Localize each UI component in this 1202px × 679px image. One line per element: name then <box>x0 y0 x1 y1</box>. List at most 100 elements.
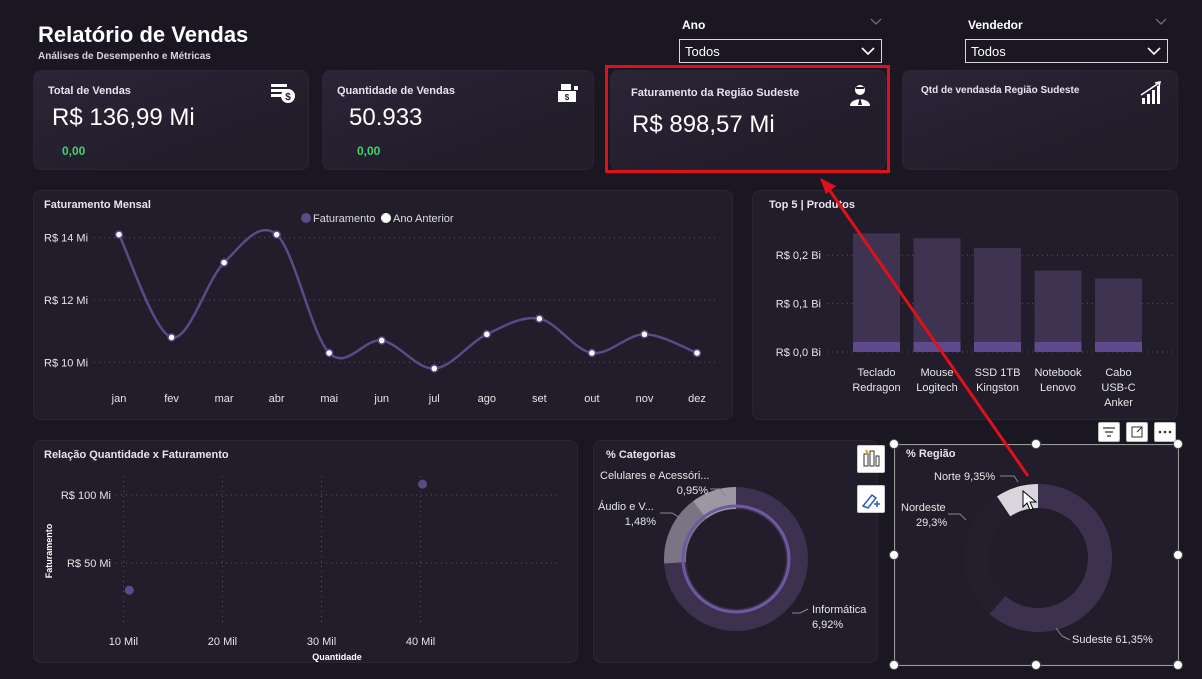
resize-handle[interactable] <box>1031 660 1041 670</box>
data-point[interactable] <box>692 348 702 358</box>
line-chart-panel[interactable]: Faturamento Mensal Faturamento Ano Anter… <box>33 190 733 420</box>
x-tick-label: SSD 1TB Kingston <box>975 367 1021 394</box>
filter-vendedor-dropdown[interactable]: Todos <box>965 39 1168 63</box>
kpi-total-vendas[interactable]: Total de Vendas R$ 136,99 Mi 0,00 $ <box>33 70 309 170</box>
donut-categorias-panel[interactable]: % Categorias Celulares e Acessóri... 0,9… <box>593 440 878 663</box>
bar[interactable] <box>913 238 961 352</box>
data-point[interactable] <box>587 348 597 358</box>
data-point[interactable] <box>219 258 229 267</box>
data-point[interactable] <box>640 330 649 339</box>
bar[interactable] <box>853 233 900 352</box>
x-tick-label: 30 Mil <box>307 636 336 648</box>
data-point[interactable] <box>430 364 439 373</box>
kpi-delta: 0,00 <box>62 144 86 158</box>
kpi-title: Total de Vendas <box>48 85 131 97</box>
kpi-delta: 0,00 <box>357 144 381 158</box>
expand-icon <box>1131 426 1143 438</box>
svg-text:$: $ <box>565 93 570 102</box>
filter-vendedor-value: Todos <box>971 44 1006 59</box>
money-stack-icon: $ <box>271 84 295 103</box>
legend-label-ano-anterior: Ano Anterior <box>393 213 454 225</box>
filter-ano-dropdown[interactable]: Todos <box>679 39 882 63</box>
bar-base <box>1095 342 1142 352</box>
scatter-chart-panel[interactable]: Relação Quantidade x Faturamento Faturam… <box>33 440 578 663</box>
data-point[interactable] <box>272 230 281 239</box>
page-title: Relatório de Vendas <box>38 22 249 47</box>
leader-line <box>792 608 809 614</box>
chevron-down-icon <box>861 47 875 56</box>
data-point[interactable] <box>535 314 544 323</box>
bar[interactable] <box>1034 270 1082 352</box>
bar-base <box>974 342 1021 352</box>
kpi-qtd-vendas-sudeste[interactable]: Qtd de vendasda Região Sudeste <box>902 70 1178 170</box>
page-subtitle: Análises de Desempenho e Métricas <box>38 51 211 62</box>
y-tick-label: R$ 0,0 Bi <box>776 347 821 359</box>
resize-handle[interactable] <box>889 439 899 449</box>
focus-mode-button[interactable] <box>1126 422 1148 442</box>
x-tick-label: jun <box>373 393 389 405</box>
data-point[interactable] <box>324 348 334 358</box>
donut-slice[interactable] <box>664 501 707 564</box>
mouse-cursor-icon <box>1022 490 1038 511</box>
filter-ano-label: Ano <box>682 18 706 32</box>
chevron-down-icon <box>1147 47 1161 56</box>
filter-ano-collapse-icon[interactable] <box>870 18 882 26</box>
kpi-title: Qtd de vendasda Região Sudeste <box>921 85 1080 96</box>
x-tick-label: 20 Mil <box>208 636 237 648</box>
bar-base <box>1034 342 1082 352</box>
analytics-brush-icon <box>861 493 880 509</box>
y-tick-label: R$ 12 Mi <box>44 295 88 307</box>
scatter-chart: Faturamento Quantidade 10 Mil 20 Mil 30 Mi… <box>44 476 559 662</box>
resize-handle[interactable] <box>1031 439 1041 449</box>
donut-chart-categorias: Celulares e Acessóri... 0,95% Áudio e V.… <box>598 470 867 631</box>
resize-handle[interactable] <box>1173 660 1183 670</box>
format-bars-icon <box>863 449 880 467</box>
y-tick-label: R$ 0,2 Bi <box>776 250 821 262</box>
slice-value-audio: 1,48% <box>625 516 656 528</box>
series-line-faturamento <box>117 228 698 370</box>
scatter-point[interactable] <box>418 479 428 489</box>
format-visual-button[interactable] <box>857 445 885 473</box>
analytics-button[interactable] <box>857 485 885 513</box>
kpi-quantidade-vendas[interactable]: Quantidade de Vendas 50.933 0,00 $ <box>322 70 594 170</box>
x-tick-label: Cabo USB-C Anker <box>1101 367 1135 409</box>
kpi-title: Quantidade de Vendas <box>337 85 455 97</box>
growth-chart-icon <box>1140 81 1161 104</box>
resize-handle[interactable] <box>889 660 899 670</box>
more-dots-icon <box>1158 430 1172 434</box>
slice-value-celulares: 0,95% <box>677 485 708 497</box>
filter-button[interactable] <box>1098 422 1120 442</box>
bar[interactable] <box>974 247 1021 352</box>
filter-lines-icon <box>1103 427 1115 437</box>
bar-chart: R$ 0,2 Bi R$ 0,1 Bi R$ 0,0 Bi Teclado Redrag… <box>776 233 1173 409</box>
bar-base <box>853 342 900 352</box>
x-tick-label: set <box>532 393 547 405</box>
x-tick-label: jul <box>428 393 440 405</box>
bar[interactable] <box>1095 278 1142 352</box>
data-point[interactable] <box>377 336 386 345</box>
resize-handle[interactable] <box>889 550 899 560</box>
scatter-point[interactable] <box>124 585 134 595</box>
x-tick-label: 10 Mil <box>109 636 138 648</box>
slice-value-informatica: 6,92% <box>812 619 843 631</box>
selection-frame[interactable] <box>894 444 1179 666</box>
svg-text:$: $ <box>285 92 291 103</box>
bar-base <box>913 342 961 352</box>
x-tick-label: mai <box>320 393 338 405</box>
data-point[interactable] <box>114 230 124 239</box>
data-point[interactable] <box>482 330 492 339</box>
resize-handle[interactable] <box>1173 550 1183 560</box>
x-tick-label: fev <box>164 393 179 405</box>
x-axis-label: Quantidade <box>312 652 362 662</box>
y-tick-label: R$ 50 Mi <box>67 558 111 570</box>
x-tick-label: mar <box>215 393 234 405</box>
x-tick-label: ago <box>478 393 496 405</box>
filter-vendedor-collapse-icon[interactable] <box>1155 18 1167 26</box>
data-point[interactable] <box>167 333 176 342</box>
cash-register-icon: $ <box>558 84 578 102</box>
more-options-button[interactable] <box>1154 422 1176 442</box>
bar-chart-panel[interactable]: Top 5 | Produtos R$ 0,2 Bi R$ 0,1 Bi R$ 0,… <box>752 190 1178 420</box>
y-tick-label: R$ 0,1 Bi <box>776 299 821 311</box>
y-axis-label: Faturamento <box>44 523 54 578</box>
x-tick-label: nov <box>636 393 654 405</box>
